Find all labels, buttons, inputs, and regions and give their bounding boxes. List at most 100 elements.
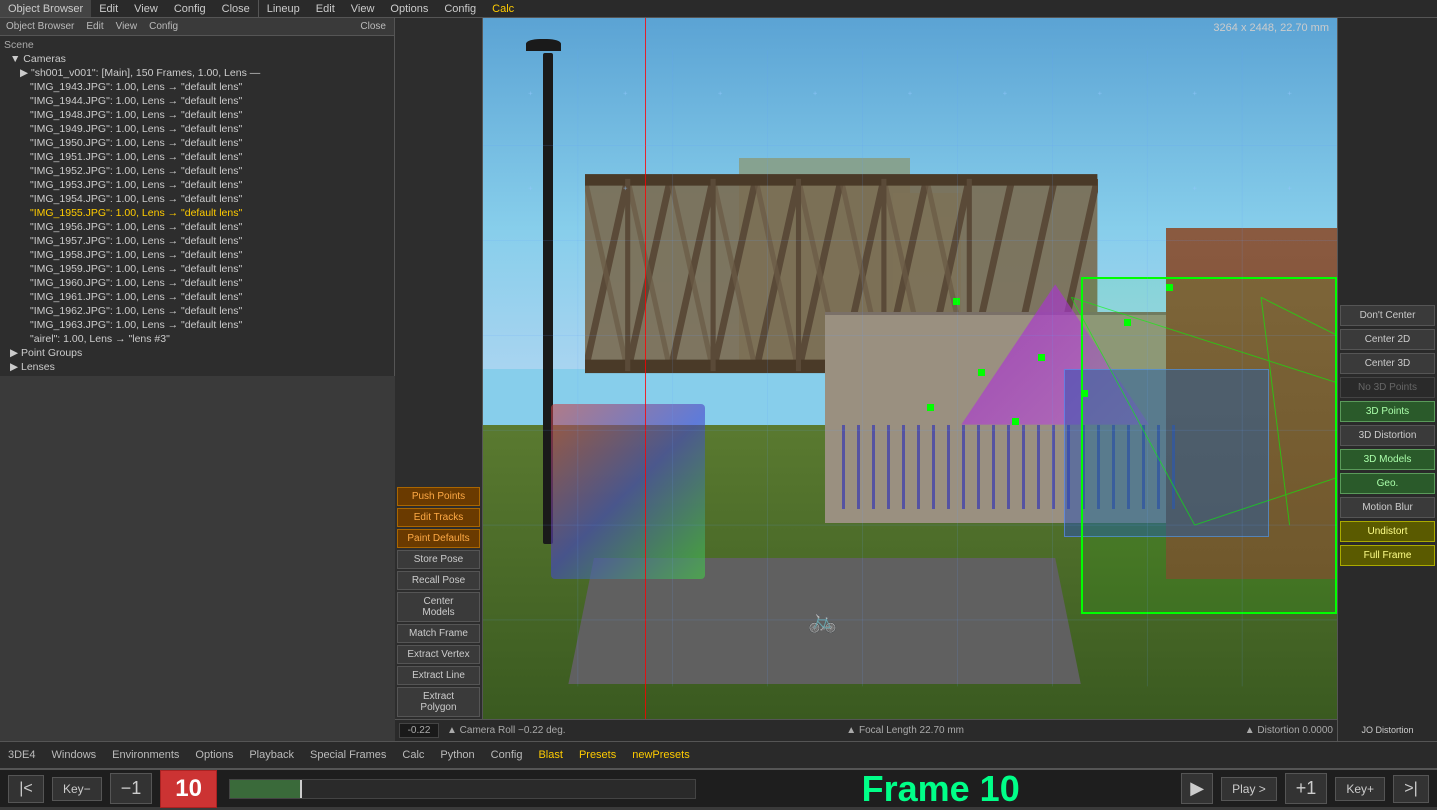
- left-panel: Object Browser Edit View Config Close Sc…: [0, 18, 395, 376]
- bottom-menu-environments[interactable]: Environments: [104, 742, 187, 768]
- bottom-menu-options[interactable]: Options: [187, 742, 241, 768]
- img-1950[interactable]: "IMG_1950.JPG": 1.00, Lens → "default le…: [0, 136, 394, 150]
- motion-blur-button[interactable]: Motion Blur: [1340, 497, 1435, 518]
- recall-pose-button[interactable]: Recall Pose: [397, 571, 480, 590]
- frame-display: Frame 10: [708, 768, 1173, 810]
- status-camera-roll: ▲ Camera Roll −0.22 deg.: [447, 725, 566, 736]
- menu-view-left[interactable]: View: [126, 0, 166, 17]
- img-1960[interactable]: "IMG_1960.JPG": 1.00, Lens → "default le…: [0, 276, 394, 290]
- menu-edit-right[interactable]: Edit: [308, 0, 343, 17]
- ob-menu-config[interactable]: Config: [143, 18, 184, 35]
- geo-button[interactable]: Geo.: [1340, 473, 1435, 494]
- menu-object-browser[interactable]: Object Browser: [0, 0, 91, 17]
- 3d-points-button[interactable]: 3D Points: [1340, 401, 1435, 422]
- timeline-bar[interactable]: [229, 779, 696, 799]
- bottom-menu-config[interactable]: Config: [483, 742, 531, 768]
- bottom-menu-blast[interactable]: Blast: [530, 742, 570, 768]
- paint-defaults-button[interactable]: Paint Defaults: [397, 529, 480, 548]
- ob-close-button[interactable]: Close: [352, 18, 394, 35]
- img-1954[interactable]: "IMG_1954.JPG": 1.00, Lens → "default le…: [0, 192, 394, 206]
- bottom-menu-calc[interactable]: Calc: [394, 742, 432, 768]
- bottom-menu-presets[interactable]: Presets: [571, 742, 624, 768]
- timeline-progress: [230, 780, 300, 798]
- no-3d-points-button[interactable]: No 3D Points: [1340, 377, 1435, 398]
- bottom-menu-playback[interactable]: Playback: [241, 742, 302, 768]
- img-1948[interactable]: "IMG_1948.JPG": 1.00, Lens → "default le…: [0, 108, 394, 122]
- img-1955-selected[interactable]: "IMG_1955.JPG": 1.00, Lens → "default le…: [0, 206, 394, 220]
- bottom-menu-special-frames[interactable]: Special Frames: [302, 742, 394, 768]
- status-distortion: ▲ Distortion 0.0000: [1245, 725, 1333, 736]
- status-roll-value: -0.22: [399, 723, 439, 738]
- img-1949[interactable]: "IMG_1949.JPG": 1.00, Lens → "default le…: [0, 122, 394, 136]
- right-panel: Don't Center Center 2D Center 3D No 3D P…: [1337, 18, 1437, 741]
- key-minus-button[interactable]: Key−: [52, 777, 102, 801]
- camera-main[interactable]: ▶ "sh001_v001": [Main], 150 Frames, 1.00…: [0, 66, 370, 80]
- img-1957[interactable]: "IMG_1957.JPG": 1.00, Lens → "default le…: [0, 234, 394, 248]
- ob-menu-edit[interactable]: Edit: [80, 18, 109, 35]
- scene-label: Scene: [0, 38, 394, 52]
- match-frame-button[interactable]: Match Frame: [397, 624, 480, 643]
- menu-edit-left[interactable]: Edit: [91, 0, 126, 17]
- img-1958[interactable]: "IMG_1958.JPG": 1.00, Lens → "default le…: [0, 248, 394, 262]
- ob-menu-object-browser[interactable]: Object Browser: [0, 18, 80, 35]
- timeline-cursor: [300, 780, 302, 798]
- center-models-button[interactable]: Center Models: [397, 592, 480, 622]
- full-frame-button[interactable]: Full Frame: [1340, 545, 1435, 566]
- cameras-node[interactable]: ▼ Cameras: [0, 52, 394, 66]
- img-1962[interactable]: "IMG_1962.JPG": 1.00, Lens → "default le…: [0, 304, 394, 318]
- play-button[interactable]: Play >: [1221, 777, 1277, 801]
- img-1956[interactable]: "IMG_1956.JPG": 1.00, Lens → "default le…: [0, 220, 394, 234]
- frame-number-box: 10: [160, 770, 217, 808]
- scene-tree[interactable]: Scene ▼ Cameras ▶ "sh001_v001": [Main], …: [0, 36, 394, 376]
- bottom-menu-3de4[interactable]: 3DE4: [0, 742, 44, 768]
- edit-tracks-button[interactable]: Edit Tracks: [397, 508, 480, 527]
- camera-roll-label: ▲ Camera Roll −0.22 deg.: [447, 725, 566, 736]
- minus-one-button[interactable]: −1: [110, 773, 153, 804]
- store-pose-button[interactable]: Store Pose: [397, 550, 480, 569]
- viewport-info: 3264 x 2448, 22.70 mm: [1213, 22, 1329, 34]
- menu-view-right[interactable]: View: [343, 0, 383, 17]
- menu-close[interactable]: Close: [214, 0, 258, 17]
- extract-vertex-button[interactable]: Extract Vertex: [397, 645, 480, 664]
- img-1952[interactable]: "IMG_1952.JPG": 1.00, Lens → "default le…: [0, 164, 394, 178]
- bottom-menu-newpresets[interactable]: newPresets: [624, 742, 697, 768]
- focal-length-label: ▲ Focal Length 22.70 mm: [846, 725, 964, 736]
- airel[interactable]: "airel": 1.00, Lens → "lens #3": [0, 332, 394, 346]
- top-menu-bar: Object Browser Edit View Config Close Li…: [0, 0, 1437, 18]
- lenses-node[interactable]: ▶ Lenses: [0, 360, 394, 374]
- menu-config-left[interactable]: Config: [166, 0, 214, 17]
- first-frame-button[interactable]: |<: [8, 775, 44, 803]
- undistort-button[interactable]: Undistort: [1340, 521, 1435, 542]
- extract-line-button[interactable]: Extract Line: [397, 666, 480, 685]
- img-1951[interactable]: "IMG_1951.JPG": 1.00, Lens → "default le…: [0, 150, 394, 164]
- last-frame-button[interactable]: >|: [1393, 775, 1429, 803]
- img-1944[interactable]: "IMG_1944.JPG": 1.00, Lens → "default le…: [0, 94, 394, 108]
- status-focal-length: ▲ Focal Length 22.70 mm: [846, 725, 964, 736]
- menu-calc[interactable]: Calc: [484, 0, 522, 17]
- img-1953[interactable]: "IMG_1953.JPG": 1.00, Lens → "default le…: [0, 178, 394, 192]
- bottom-menu-python[interactable]: Python: [432, 742, 482, 768]
- center-2d-button[interactable]: Center 2D: [1340, 329, 1435, 350]
- 3d-models-button[interactable]: 3D Models: [1340, 449, 1435, 470]
- dont-center-button[interactable]: Don't Center: [1340, 305, 1435, 326]
- menu-lineup[interactable]: Lineup: [259, 0, 308, 17]
- viewport[interactable]: 🚲: [483, 18, 1337, 719]
- center-3d-button[interactable]: Center 3D: [1340, 353, 1435, 374]
- push-points-button[interactable]: Push Points: [397, 487, 480, 506]
- distortion-label: ▲ Distortion 0.0000: [1245, 725, 1333, 736]
- menu-config-right[interactable]: Config: [436, 0, 484, 17]
- key-plus-button[interactable]: Key+: [1335, 777, 1385, 801]
- menu-options[interactable]: Options: [382, 0, 436, 17]
- img-1943[interactable]: "IMG_1943.JPG": 1.00, Lens → "default le…: [0, 80, 394, 94]
- 3d-distortion-button[interactable]: 3D Distortion: [1340, 425, 1435, 446]
- img-1961[interactable]: "IMG_1961.JPG": 1.00, Lens → "default le…: [0, 290, 394, 304]
- pointer-icon[interactable]: ▶: [1181, 773, 1213, 804]
- bottom-menu-windows[interactable]: Windows: [44, 742, 105, 768]
- point-groups-node[interactable]: ▶ Point Groups: [0, 346, 394, 360]
- plus-one-button[interactable]: +1: [1285, 773, 1328, 804]
- jo-distortion-label: JO Distortion: [1340, 723, 1435, 737]
- ob-menu-view[interactable]: View: [110, 18, 144, 35]
- extract-polygon-button[interactable]: Extract Polygon: [397, 687, 480, 717]
- img-1959[interactable]: "IMG_1959.JPG": 1.00, Lens → "default le…: [0, 262, 394, 276]
- img-1963[interactable]: "IMG_1963.JPG": 1.00, Lens → "default le…: [0, 318, 394, 332]
